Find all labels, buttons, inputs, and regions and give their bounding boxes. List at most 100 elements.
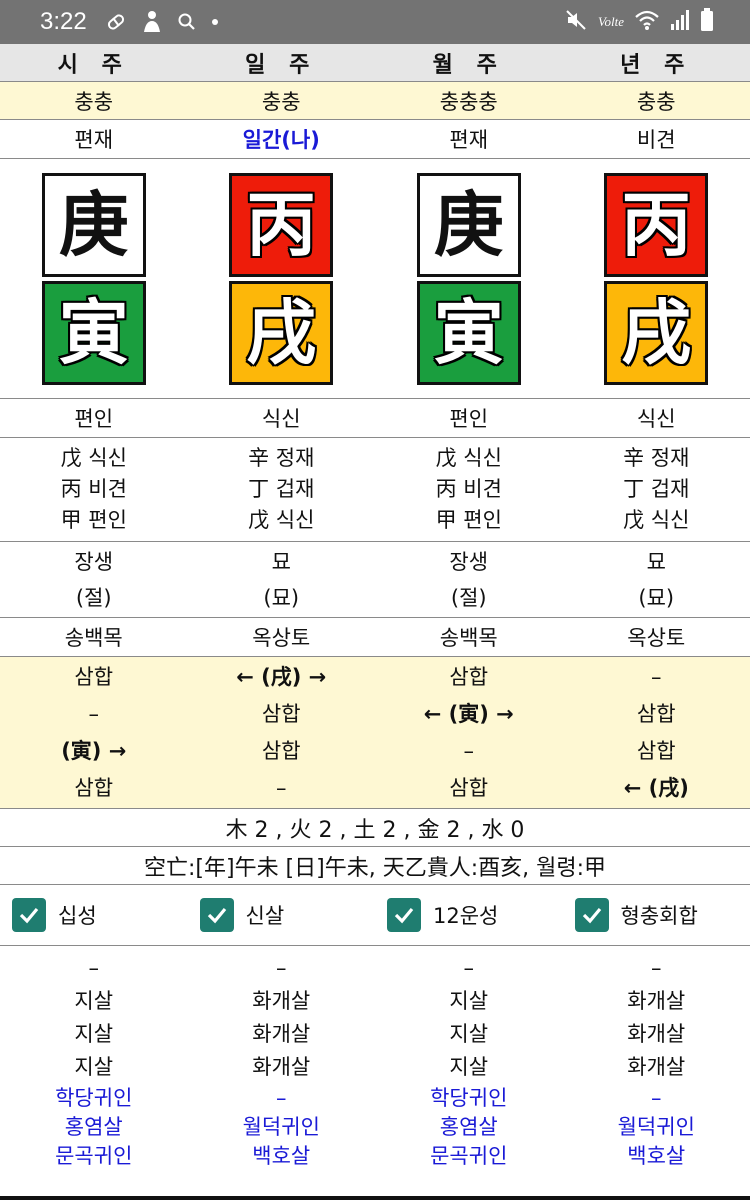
hap-day: ← (戌) → 삼합 삼합 –	[188, 657, 376, 808]
hidden-stem-item: 戊 식신	[436, 443, 502, 474]
unseong-sub: (묘)	[263, 580, 299, 616]
unseong-sub: (묘)	[638, 580, 674, 616]
checkbox-label: 12운성	[433, 900, 498, 930]
sinsal-item: 화개살	[627, 985, 685, 1018]
unseong-month: 장생 (절)	[375, 542, 563, 617]
sinsal-item: –	[89, 952, 100, 985]
hap-row: 삼합 – (寅) → 삼합 ← (戌) → 삼합 삼합 – 삼합 ← (寅) →…	[0, 657, 750, 809]
hap-year: – 삼합 삼합 ← (戌)	[563, 657, 750, 808]
unseong-main: 묘	[272, 544, 291, 580]
sinsal-item: –	[276, 952, 287, 985]
pillar-year: 丙 戌	[563, 159, 750, 398]
gongmang-line: 空亡:[年]午未 [日]午未, 天乙貴人:酉亥, 월령:甲	[0, 847, 750, 885]
chung-row: 충충 충충 충충충 충충	[0, 82, 750, 120]
sinsal-item: 화개살	[627, 1018, 685, 1051]
chung-year: 충충	[563, 82, 750, 119]
hidden-stems-year: 辛 정재 丁 겁재 戊 식신	[563, 438, 750, 541]
mute-icon	[564, 8, 588, 36]
wifi-icon	[634, 9, 660, 35]
option-checkboxes: 십성 신살 12운성 형충회합	[0, 885, 750, 946]
stem-sipsung-month: 편재	[375, 120, 563, 158]
hidden-stem-item: 甲 편인	[61, 505, 127, 536]
stem-sipsung-day: 일간(나)	[188, 120, 376, 158]
hap-item: 삼합	[74, 659, 113, 696]
unseong-hour: 장생 (절)	[0, 542, 188, 617]
hidden-stem-item: 戊 식신	[623, 505, 689, 536]
checkbox-checked-icon[interactable]	[200, 898, 234, 932]
checkbox-label: 신살	[246, 900, 285, 930]
hap-item: 삼합	[262, 733, 301, 770]
gwiin-item: 학당귀인	[55, 1084, 132, 1113]
unseong-main: 장생	[74, 544, 113, 580]
sinsal-item: 화개살	[252, 1051, 310, 1084]
checkbox-sinsal[interactable]: 신살	[188, 885, 376, 945]
pillar-hour: 庚 寅	[0, 159, 188, 398]
hap-item: 삼합	[262, 696, 301, 733]
hidden-stem-item: 丁 겁재	[248, 474, 314, 505]
branch-box-hour[interactable]: 寅	[42, 281, 146, 385]
checkbox-checked-icon[interactable]	[575, 898, 609, 932]
hidden-stems-row: 戊 식신 丙 비견 甲 편인 辛 정재 丁 겁재 戊 식신 戊 식신 丙 비견 …	[0, 438, 750, 542]
sinsal-row: – 지살 지살 지살 학당귀인 홍염살 문곡귀인 – 화개살 화개살 화개살 –…	[0, 946, 750, 1196]
branch-sipsung-year: 식신	[563, 399, 750, 437]
hap-item: –	[276, 770, 287, 807]
sinsal-item: 지살	[74, 1018, 113, 1051]
header-month: 월 주	[375, 44, 563, 81]
branch-box-year[interactable]: 戌	[604, 281, 708, 385]
gesture-icon	[141, 10, 163, 34]
checkbox-checked-icon[interactable]	[387, 898, 421, 932]
stem-box-hour[interactable]: 庚	[42, 173, 146, 277]
hap-item: 삼합	[637, 696, 676, 733]
sinsal-item: 지살	[449, 985, 488, 1018]
header-day: 일 주	[188, 44, 376, 81]
sinsal-day: – 화개살 화개살 화개살 – 월덕귀인 백호살	[188, 946, 376, 1196]
pillar-day: 丙 戌	[188, 159, 376, 398]
branch-box-day[interactable]: 戌	[229, 281, 333, 385]
sinsal-item: 화개살	[252, 1018, 310, 1051]
hap-item: –	[89, 696, 100, 733]
gwiin-item: –	[651, 1084, 662, 1113]
checkbox-checked-icon[interactable]	[12, 898, 46, 932]
ganji-row: 庚 寅 丙 戌 庚 寅 丙 戌	[0, 159, 750, 399]
checkbox-sipsung[interactable]: 십성	[0, 885, 188, 945]
hidden-stem-item: 丁 겁재	[623, 474, 689, 505]
checkbox-label: 십성	[58, 900, 97, 930]
hap-item: ← (戌) →	[236, 659, 326, 696]
hap-item: 삼합	[74, 770, 113, 807]
sinsal-item: 화개살	[252, 985, 310, 1018]
ohaeng-summary: 木 2 , 火 2 , 土 2 , 金 2 , 水 0	[0, 809, 750, 847]
stem-box-year[interactable]: 丙	[604, 173, 708, 277]
branch-sipsung-day: 식신	[188, 399, 376, 437]
hap-item: 삼합	[449, 770, 488, 807]
bottom-divider	[0, 1196, 750, 1200]
gwiin-item: 월덕귀인	[618, 1113, 695, 1142]
sinsal-month: – 지살 지살 지살 학당귀인 홍염살 문곡귀인	[375, 946, 563, 1196]
gwiin-item: 문곡귀인	[55, 1142, 132, 1171]
hap-hour: 삼합 – (寅) → 삼합	[0, 657, 188, 808]
pill-icon	[105, 11, 127, 33]
checkbox-hyeongchung[interactable]: 형충회합	[563, 885, 750, 945]
unseong-row: 장생 (절) 묘 (묘) 장생 (절) 묘 (묘)	[0, 542, 750, 618]
gwiin-item: 학당귀인	[430, 1084, 507, 1113]
gwiin-item: 백호살	[252, 1142, 310, 1171]
checkbox-12unseong[interactable]: 12운성	[375, 885, 563, 945]
branch-sipsung-hour: 편인	[0, 399, 188, 437]
gwiin-item: 홍염살	[440, 1113, 498, 1142]
search-icon	[177, 12, 197, 32]
hap-item: ← (戌)	[624, 770, 689, 807]
stem-box-day[interactable]: 丙	[229, 173, 333, 277]
chung-hour: 충충	[0, 82, 188, 119]
nabeum-row: 송백목 옥상토 송백목 옥상토	[0, 618, 750, 657]
nabeum-day: 옥상토	[188, 618, 376, 656]
status-time: 3:22	[40, 8, 87, 36]
hap-item: ← (寅) →	[424, 696, 514, 733]
unseong-sub: (절)	[76, 580, 112, 616]
unseong-day: 묘 (묘)	[188, 542, 376, 617]
header-year: 년 주	[563, 44, 750, 81]
status-bar: 3:22 Volte	[0, 0, 750, 44]
hidden-stem-item: 辛 정재	[623, 443, 689, 474]
hap-item: 삼합	[637, 733, 676, 770]
stem-box-month[interactable]: 庚	[417, 173, 521, 277]
sinsal-item: 화개살	[627, 1051, 685, 1084]
branch-box-month[interactable]: 寅	[417, 281, 521, 385]
